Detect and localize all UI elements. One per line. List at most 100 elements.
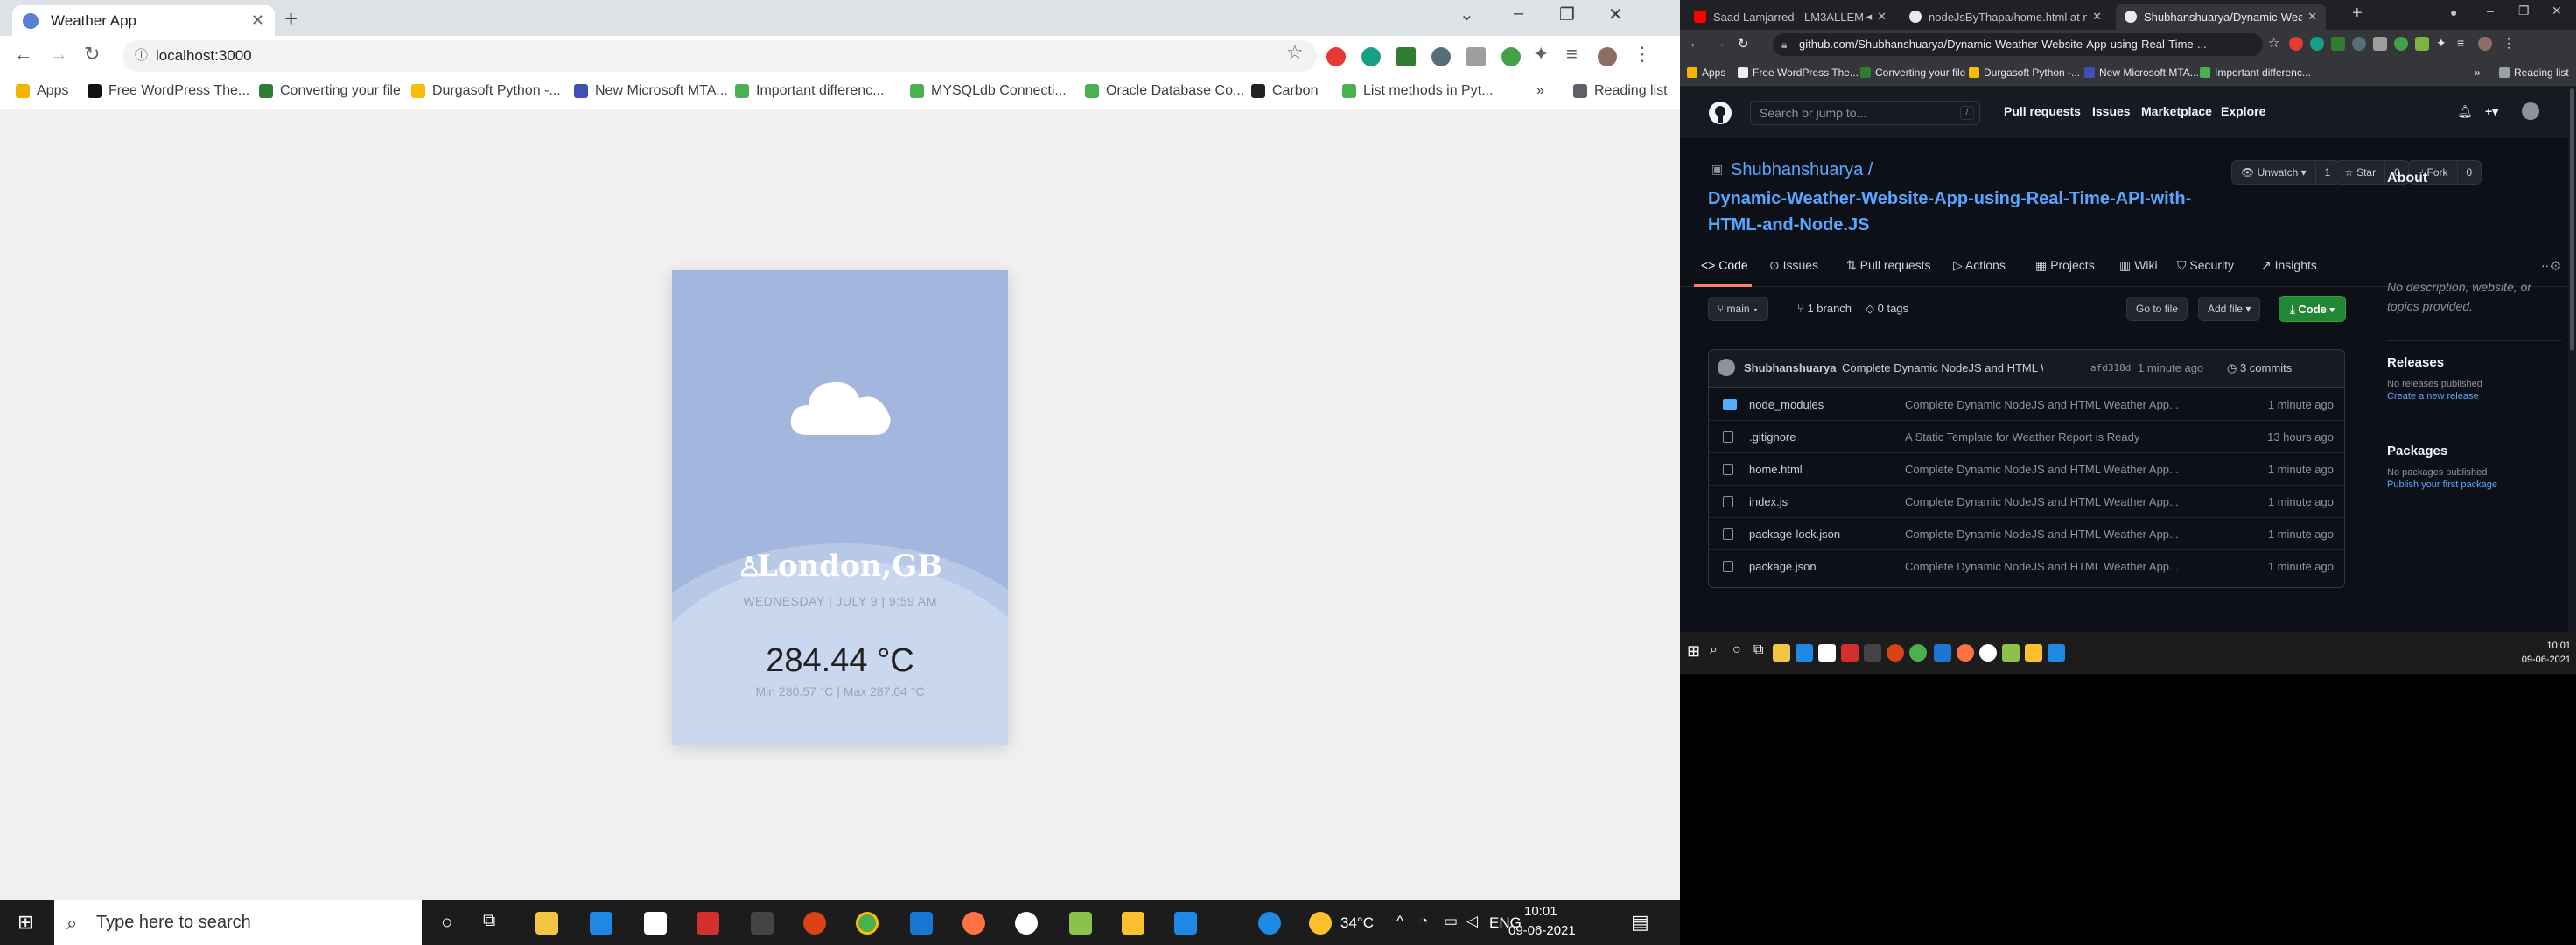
bookmark-5[interactable]: Important differenc... bbox=[735, 83, 884, 99]
repo-owner[interactable]: Shubhanshuarya / bbox=[1731, 160, 1872, 180]
clock-time[interactable]: 10:01 bbox=[1524, 904, 1558, 919]
file-name[interactable]: .gitignore bbox=[1749, 430, 1796, 444]
firefox-icon[interactable] bbox=[962, 912, 985, 934]
taskbar-search[interactable]: ⌕ Type here to search bbox=[54, 900, 422, 945]
packages-title[interactable]: Packages bbox=[2387, 444, 2562, 458]
word-icon[interactable] bbox=[1015, 912, 1038, 934]
tab-pull-requests[interactable]: ⇅ Pull requests bbox=[1846, 258, 1931, 273]
extension-reader-icon[interactable] bbox=[2352, 37, 2366, 51]
chrome-icon[interactable] bbox=[856, 912, 878, 934]
reading-mode-icon[interactable]: ≡ bbox=[2457, 36, 2464, 50]
file-explorer-icon[interactable] bbox=[536, 912, 558, 934]
tab-weather-app[interactable]: Weather App ✕ bbox=[12, 5, 275, 36]
extension-camera-icon[interactable] bbox=[1466, 47, 1486, 66]
tab-issues[interactable]: ⊙ Issues bbox=[1769, 258, 1818, 273]
vscode-icon[interactable] bbox=[1174, 912, 1197, 934]
file-commit-message[interactable]: Complete Dynamic NodeJS and HTML Weather… bbox=[1905, 398, 2194, 411]
dropbox-icon[interactable] bbox=[644, 912, 667, 934]
right-tab-github-home[interactable]: nodeJsByThapa/home.html at m ✕ bbox=[1900, 4, 2110, 30]
branches-link[interactable]: ⑂ 1 branch bbox=[1797, 302, 1852, 315]
address-bar[interactable]: ⓘ localhost:3000 bbox=[122, 40, 1317, 72]
file-row[interactable]: package-lock.json Complete Dynamic NodeJS… bbox=[1709, 517, 2344, 550]
file-name[interactable]: package-lock.json bbox=[1749, 528, 1840, 541]
powerpoint-icon[interactable] bbox=[1886, 644, 1904, 662]
branch-select[interactable]: ⑂ main ▾ bbox=[1708, 297, 1769, 321]
acrobat-icon[interactable] bbox=[1841, 644, 1858, 662]
extension-green-icon[interactable] bbox=[2331, 37, 2345, 51]
right-address-bar[interactable]: 🔒︎ github.com/Shubhanshuarya/Dynamic-Wea… bbox=[1773, 33, 2263, 56]
reading-mode-icon[interactable]: ≡ bbox=[1566, 43, 1578, 66]
file-name[interactable]: index.js bbox=[1749, 495, 1788, 508]
commit-author[interactable]: Shubhanshuarya bbox=[1744, 361, 1836, 374]
menu-kebab-icon[interactable]: ⋮ bbox=[2502, 36, 2515, 51]
reload-icon[interactable]: ↻ bbox=[1738, 36, 1749, 52]
tags-link[interactable]: ◇ 0 tags bbox=[1866, 302, 1908, 316]
sublime-icon[interactable] bbox=[1864, 644, 1881, 662]
bookmark-1[interactable]: Free WordPress The... bbox=[1738, 66, 1858, 79]
user-avatar[interactable] bbox=[2522, 102, 2539, 120]
about-settings-gear-icon[interactable]: ⚙ bbox=[2550, 258, 2561, 274]
tab-code[interactable]: <> Code bbox=[1701, 258, 1748, 272]
file-commit-message[interactable]: Complete Dynamic NodeJS and HTML Weather… bbox=[1905, 495, 2194, 508]
back-icon[interactable]: ← bbox=[14, 43, 33, 66]
windows-start-icon[interactable]: ⊞ bbox=[18, 911, 33, 934]
bookmark-star-icon[interactable]: ☆ bbox=[1286, 41, 1304, 64]
tray-chevron-icon[interactable]: ^ bbox=[1396, 913, 1404, 930]
dropbox-icon[interactable] bbox=[1818, 644, 1836, 662]
bookmark-4[interactable]: New Microsoft MTA... bbox=[2084, 66, 2199, 79]
nav-pull-requests[interactable]: Pull requests bbox=[2004, 104, 2081, 118]
network-icon[interactable]: ◔ bbox=[1419, 913, 1428, 930]
new-tab-icon[interactable]: + bbox=[2352, 4, 2362, 24]
word-icon[interactable] bbox=[1979, 644, 1997, 662]
acrobat-icon[interactable] bbox=[696, 912, 719, 934]
commit-hash[interactable]: afd318d bbox=[2090, 362, 2131, 374]
extension-red-icon[interactable] bbox=[1326, 47, 1346, 66]
profile-avatar[interactable] bbox=[2478, 37, 2492, 51]
tab-projects[interactable]: ▦ Projects bbox=[2035, 258, 2095, 273]
cortana-icon[interactable]: ○ bbox=[441, 911, 452, 934]
task-view-icon[interactable]: ⧉ bbox=[1754, 642, 1763, 658]
file-commit-message[interactable]: Complete Dynamic NodeJS and HTML Weather… bbox=[1905, 560, 2194, 573]
tab-actions[interactable]: ▷ Actions bbox=[1953, 258, 2006, 273]
firefox-icon[interactable] bbox=[1956, 644, 1974, 662]
extension-plus-icon[interactable] bbox=[2394, 37, 2408, 51]
extension-grammarly-icon[interactable] bbox=[1362, 47, 1381, 66]
bookmark-3[interactable]: Durgasoft Python -... bbox=[1969, 66, 2080, 79]
extension-reader-icon[interactable] bbox=[1432, 47, 1451, 66]
reading-list[interactable]: Reading list bbox=[1573, 83, 1668, 99]
powerpoint-icon[interactable] bbox=[803, 912, 826, 934]
file-name[interactable]: home.html bbox=[1749, 463, 1802, 476]
extension-grammarly-icon[interactable] bbox=[2310, 37, 2324, 51]
github-search-input[interactable]: Search or jump to... / bbox=[1750, 101, 1980, 125]
maximize-icon[interactable]: ❐ bbox=[2518, 4, 2530, 18]
weather-sun-icon[interactable] bbox=[1309, 912, 1332, 934]
extensions-puzzle-icon[interactable]: ✦ bbox=[2436, 36, 2446, 51]
todo-icon[interactable] bbox=[910, 912, 933, 934]
right-tab-youtube[interactable]: Saad Lamjarred - LM3ALLEM ◂ ✕ bbox=[1685, 4, 1895, 30]
create-new-icon[interactable]: +▾ bbox=[2485, 104, 2498, 119]
volume-icon[interactable]: ◁ bbox=[1466, 913, 1478, 930]
bookmarks-overflow[interactable]: » bbox=[1536, 83, 1544, 99]
file-row[interactable]: index.js Complete Dynamic NodeJS and HTML… bbox=[1709, 485, 2344, 517]
file-commit-message[interactable]: Complete Dynamic NodeJS and HTML Weather… bbox=[1905, 463, 2194, 476]
mail-icon[interactable] bbox=[590, 912, 612, 934]
notifications-bell-icon[interactable]: 🔔︎ bbox=[2457, 104, 2473, 119]
reload-icon[interactable]: ↻ bbox=[84, 43, 100, 66]
bookmark-apps[interactable]: Apps bbox=[1687, 66, 1726, 79]
go-to-file-button[interactable]: Go to file bbox=[2126, 297, 2188, 321]
back-icon[interactable]: ← bbox=[1689, 36, 1702, 51]
profile-avatar[interactable] bbox=[1598, 47, 1617, 66]
minimize-icon[interactable]: – bbox=[2487, 4, 2494, 18]
nav-explore[interactable]: Explore bbox=[2221, 104, 2265, 118]
bookmark-3[interactable]: Durgasoft Python -... bbox=[411, 83, 561, 99]
extension-camera-icon[interactable] bbox=[2373, 37, 2387, 51]
scrollbar[interactable] bbox=[2568, 87, 2576, 632]
forward-icon[interactable]: → bbox=[1713, 36, 1726, 51]
bookmark-star-icon[interactable]: ☆ bbox=[2268, 35, 2279, 51]
bookmark-4[interactable]: New Microsoft MTA... bbox=[574, 83, 728, 99]
bookmark-1[interactable]: Free WordPress The... bbox=[88, 83, 249, 99]
scrollbar-thumb[interactable] bbox=[2570, 88, 2574, 351]
pycharm-icon[interactable] bbox=[1069, 912, 1092, 934]
tab-insights[interactable]: ↗ Insights bbox=[2261, 258, 2317, 273]
notifications-icon[interactable]: ▤ bbox=[1631, 911, 1649, 934]
